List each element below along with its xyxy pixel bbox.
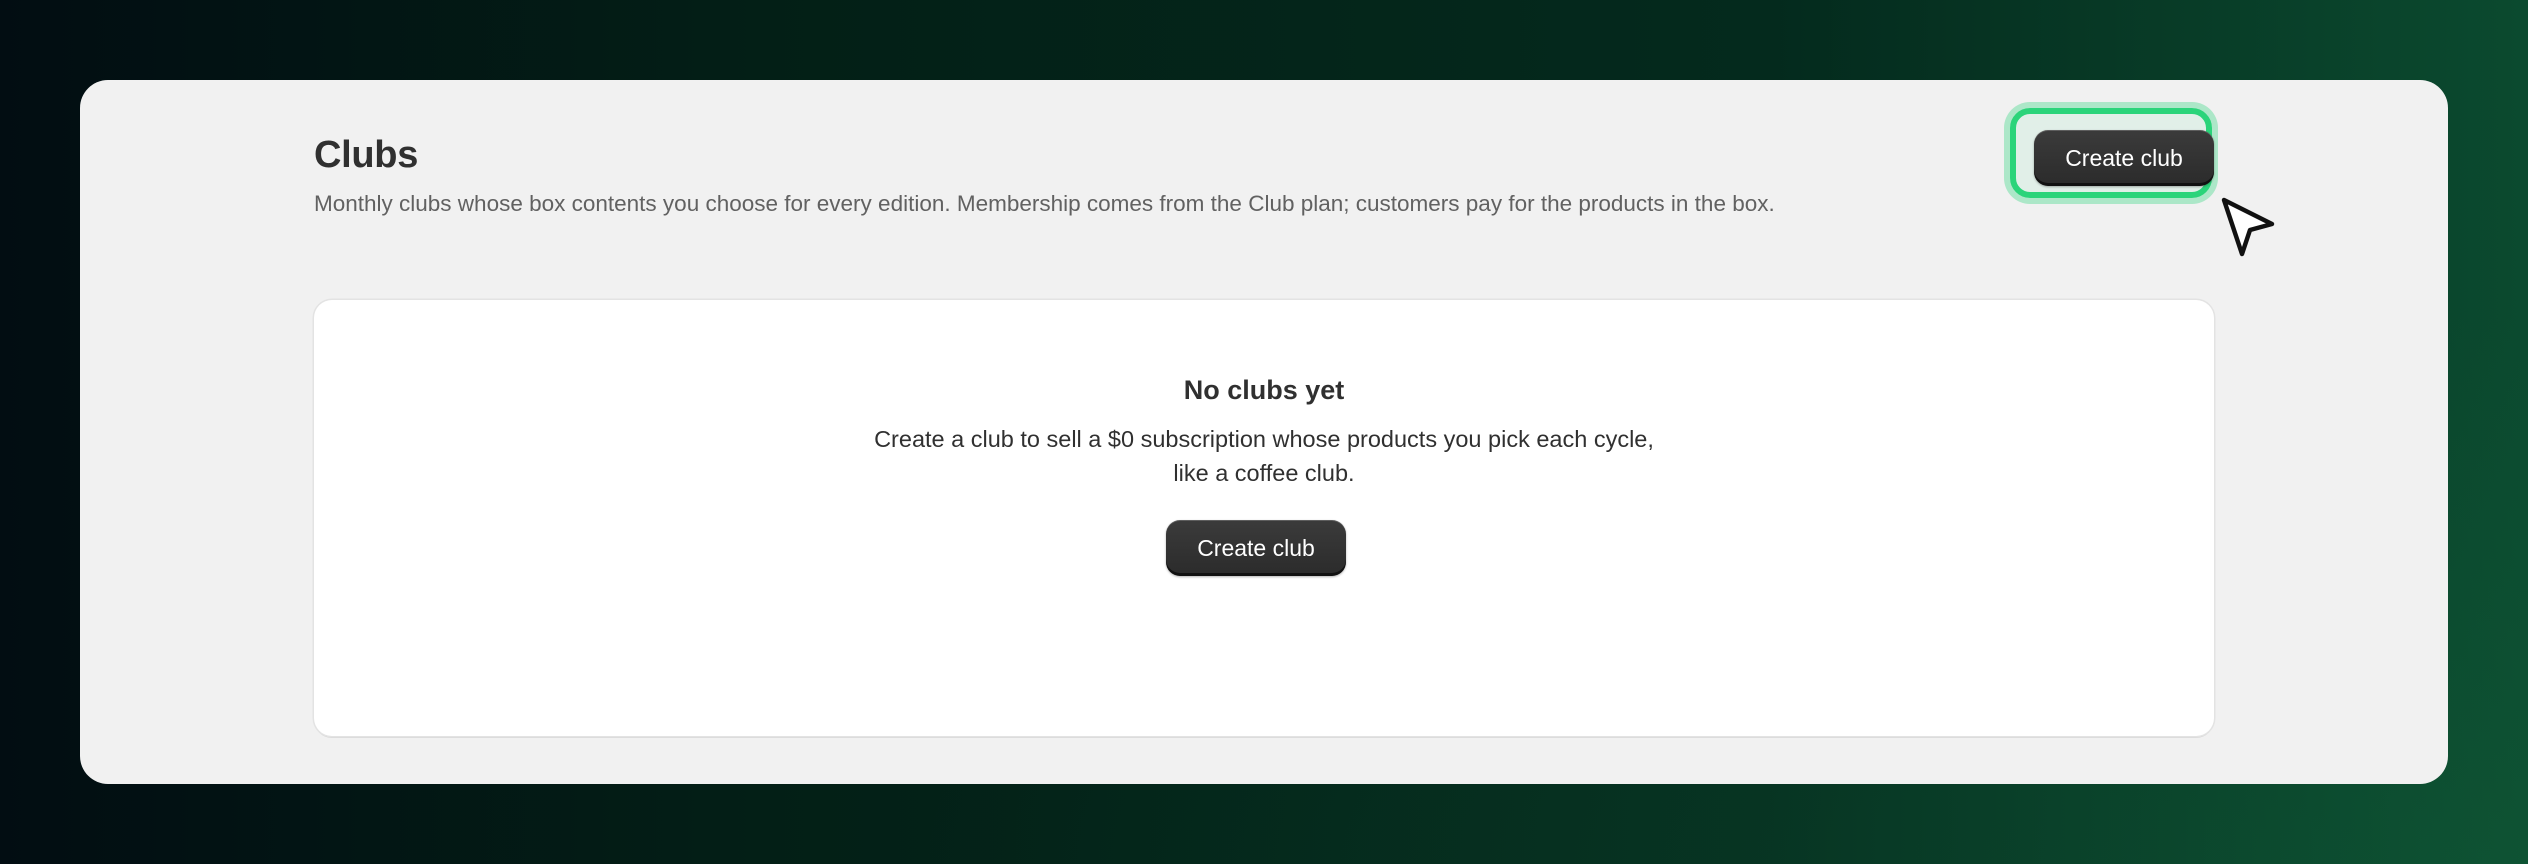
page-subtitle: Monthly clubs whose box contents you cho… <box>314 191 1775 216</box>
mouse-pointer-icon <box>2221 197 2275 257</box>
empty-state-card: No clubs yet Create a club to sell a $0 … <box>314 300 2214 736</box>
create-club-button[interactable]: Create club <box>2034 130 2214 186</box>
empty-state-create-club-button[interactable]: Create club <box>1166 520 1346 576</box>
page-title: Clubs <box>314 134 419 176</box>
empty-state-title: No clubs yet <box>1183 375 1345 405</box>
empty-state: No clubs yet Create a club to sell a $0 … <box>314 300 2214 736</box>
empty-state-description: Create a club to sell a $0 subscription … <box>874 426 1654 486</box>
